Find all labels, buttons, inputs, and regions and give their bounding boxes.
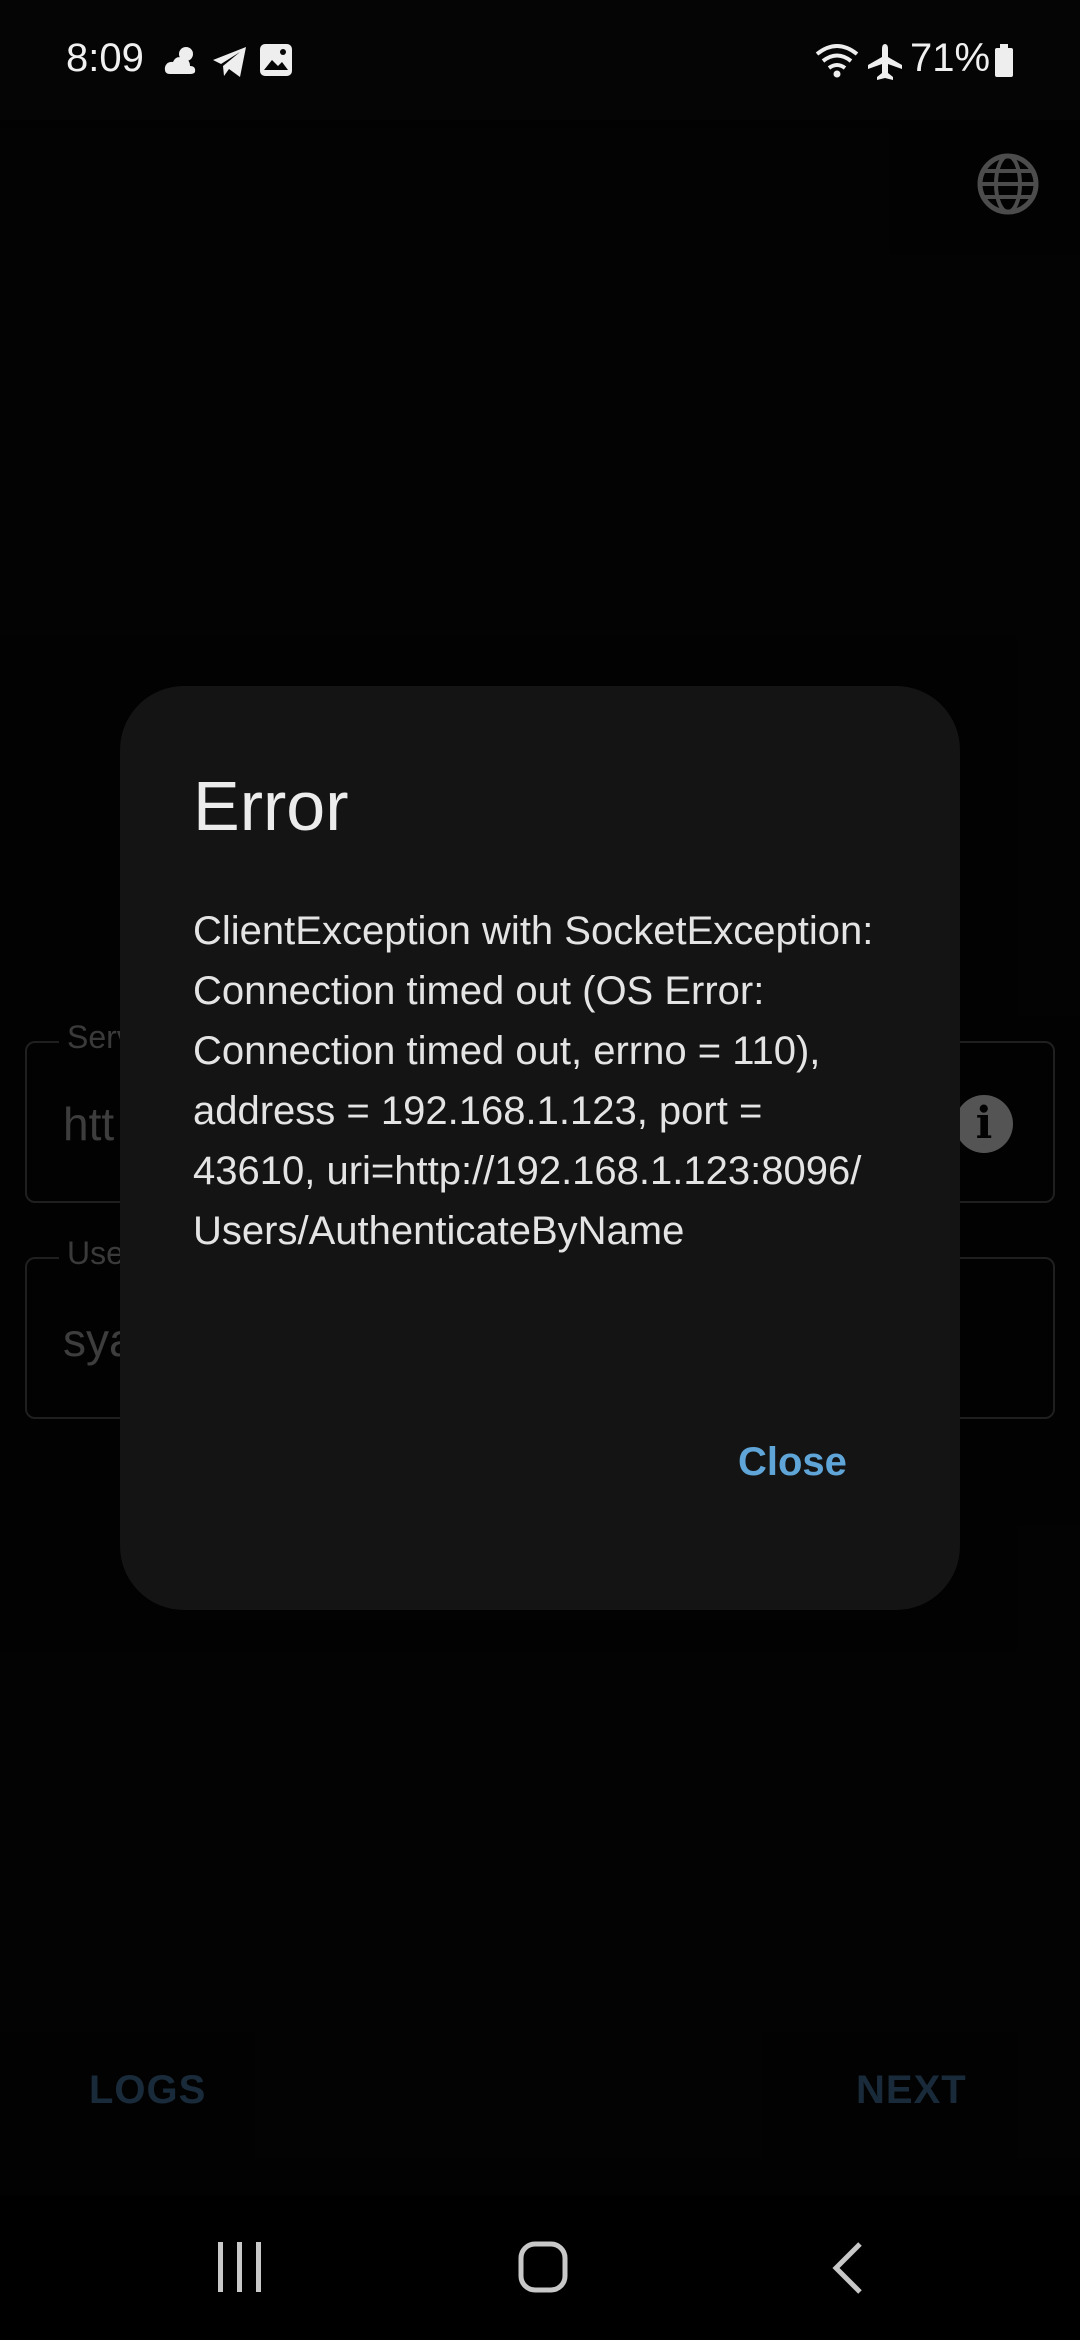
telegram-icon [213,47,246,77]
status-time: 8:09 [66,36,144,80]
weather-cloud-icon [164,47,196,74]
image-icon [260,44,292,76]
home-icon[interactable] [517,2240,569,2294]
system-nav-bar [0,2195,1080,2340]
battery-icon [995,44,1013,77]
wifi-icon [815,44,859,78]
battery-percent: 71% [910,36,991,80]
back-icon[interactable] [828,2240,868,2296]
close-button[interactable]: Close [738,1440,847,1485]
status-bar: 8:09 71% [0,0,1080,120]
recent-apps-icon[interactable] [214,2240,266,2294]
airplane-icon [868,44,902,80]
dialog-message: ClientException with SocketException: Co… [193,909,874,1253]
error-dialog: Error ClientException with SocketExcepti… [120,686,960,1610]
dialog-title: Error [193,767,349,845]
